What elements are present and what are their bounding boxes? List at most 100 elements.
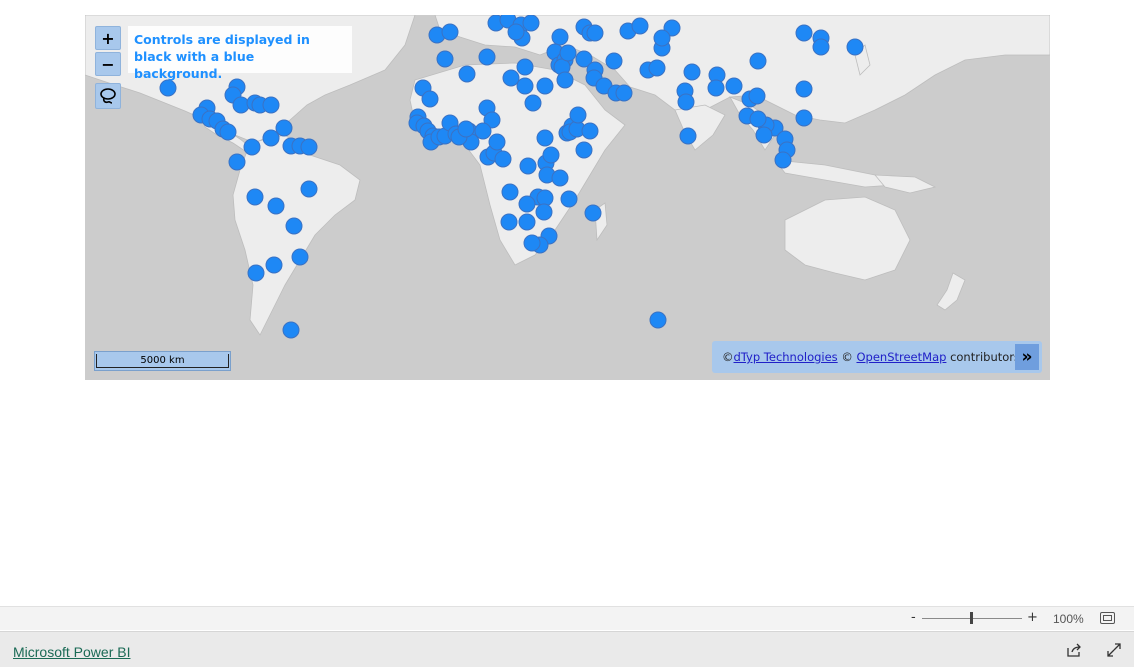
map-marker[interactable]: [755, 126, 773, 144]
map-visual[interactable]: + − Controls are displayed in black with…: [85, 15, 1050, 380]
map-marker[interactable]: [795, 80, 813, 98]
map-marker[interactable]: [575, 141, 593, 159]
zoom-level-value: 100%: [1053, 612, 1084, 626]
map-marker[interactable]: [267, 197, 285, 215]
map-marker[interactable]: [536, 77, 554, 95]
openstreetmap-link[interactable]: OpenStreetMap: [856, 350, 946, 364]
map-marker[interactable]: [584, 204, 602, 222]
map-marker[interactable]: [679, 127, 697, 145]
map-marker[interactable]: [516, 77, 534, 95]
map-marker[interactable]: [569, 106, 587, 124]
map-marker[interactable]: [262, 129, 280, 147]
scale-label: 5000 km: [96, 354, 229, 368]
attribution-prefix: ©: [722, 350, 734, 364]
map-marker[interactable]: [581, 122, 599, 140]
zoom-decrease-button[interactable]: -: [911, 610, 916, 625]
map-marker[interactable]: [648, 59, 666, 77]
map-marker[interactable]: [262, 96, 280, 114]
map-attribution: © dTyp Technologies © OpenStreetMap cont…: [712, 341, 1042, 373]
map-marker[interactable]: [275, 119, 293, 137]
map-marker[interactable]: [749, 52, 767, 70]
zoom-slider-thumb[interactable]: [970, 612, 973, 624]
attribution-suffix: contributors.: [946, 350, 1024, 364]
map-marker[interactable]: [488, 133, 506, 151]
map-marker[interactable]: [285, 217, 303, 235]
map-marker[interactable]: [282, 321, 300, 339]
map-marker[interactable]: [300, 138, 318, 156]
map-marker[interactable]: [649, 311, 667, 329]
info-tooltip: Controls are displayed in black with a b…: [128, 26, 352, 81]
minus-icon: −: [101, 54, 115, 74]
map-marker[interactable]: [421, 90, 439, 108]
double-chevron-icon: »: [1021, 347, 1033, 367]
map-marker[interactable]: [615, 84, 633, 102]
map-marker[interactable]: [265, 256, 283, 274]
expand-icon[interactable]: [1106, 642, 1122, 658]
lasso-select-button[interactable]: [95, 83, 121, 109]
map-marker[interactable]: [243, 138, 261, 156]
map-marker[interactable]: [219, 123, 237, 141]
map-marker[interactable]: [494, 150, 512, 168]
map-marker[interactable]: [522, 15, 540, 32]
map-marker[interactable]: [246, 188, 264, 206]
map-marker[interactable]: [519, 157, 537, 175]
map-marker[interactable]: [507, 23, 525, 41]
map-marker[interactable]: [556, 71, 574, 89]
map-marker[interactable]: [518, 213, 536, 231]
attribution-toggle-button[interactable]: »: [1015, 344, 1039, 370]
map-marker[interactable]: [560, 190, 578, 208]
map-marker[interactable]: [631, 17, 649, 35]
map-marker[interactable]: [159, 79, 177, 97]
map-marker[interactable]: [523, 234, 541, 252]
map-marker[interactable]: [551, 169, 569, 187]
map-marker[interactable]: [291, 248, 309, 266]
share-icon[interactable]: [1066, 642, 1082, 658]
map-marker[interactable]: [707, 79, 725, 97]
zoom-increase-button[interactable]: +: [1027, 610, 1038, 625]
map-marker[interactable]: [605, 52, 623, 70]
map-marker[interactable]: [559, 44, 577, 62]
map-marker[interactable]: [502, 69, 520, 87]
map-marker[interactable]: [683, 63, 701, 81]
map-marker[interactable]: [457, 120, 475, 138]
map-marker[interactable]: [228, 153, 246, 171]
map-marker[interactable]: [478, 48, 496, 66]
fit-to-page-icon[interactable]: [1100, 612, 1115, 624]
map-marker[interactable]: [500, 213, 518, 231]
map-marker[interactable]: [795, 24, 813, 42]
map-marker[interactable]: [846, 38, 864, 56]
scale-bar: 5000 km: [94, 351, 231, 371]
map-marker[interactable]: [232, 96, 250, 114]
map-marker[interactable]: [501, 183, 519, 201]
map-marker[interactable]: [458, 65, 476, 83]
map-marker[interactable]: [300, 180, 318, 198]
map-marker[interactable]: [774, 151, 792, 169]
map-marker[interactable]: [586, 24, 604, 42]
map-marker[interactable]: [725, 77, 743, 95]
map-marker[interactable]: [518, 195, 536, 213]
map-marker[interactable]: [653, 29, 671, 47]
dtyp-link[interactable]: dTyp Technologies: [734, 350, 838, 364]
map-marker[interactable]: [677, 93, 695, 111]
powerbi-footer: Microsoft Power BI: [0, 631, 1134, 667]
powerbi-link[interactable]: Microsoft Power BI: [13, 644, 130, 660]
map-marker[interactable]: [542, 146, 560, 164]
plus-icon: +: [101, 28, 115, 48]
map-marker[interactable]: [516, 58, 534, 76]
map-marker[interactable]: [812, 38, 830, 56]
map-marker[interactable]: [436, 50, 454, 68]
zoom-in-button[interactable]: +: [95, 26, 121, 50]
map-marker[interactable]: [247, 264, 265, 282]
attribution-middle: ©: [837, 350, 857, 364]
map-marker[interactable]: [474, 122, 492, 140]
map-marker[interactable]: [536, 129, 554, 147]
map-marker[interactable]: [795, 109, 813, 127]
map-marker[interactable]: [524, 94, 542, 112]
zoom-out-button[interactable]: −: [95, 52, 121, 76]
map-marker[interactable]: [749, 110, 767, 128]
map-marker[interactable]: [748, 87, 766, 105]
map-marker[interactable]: [535, 203, 553, 221]
map-marker[interactable]: [551, 28, 569, 46]
map-marker[interactable]: [441, 23, 459, 41]
lasso-icon: [100, 88, 116, 104]
